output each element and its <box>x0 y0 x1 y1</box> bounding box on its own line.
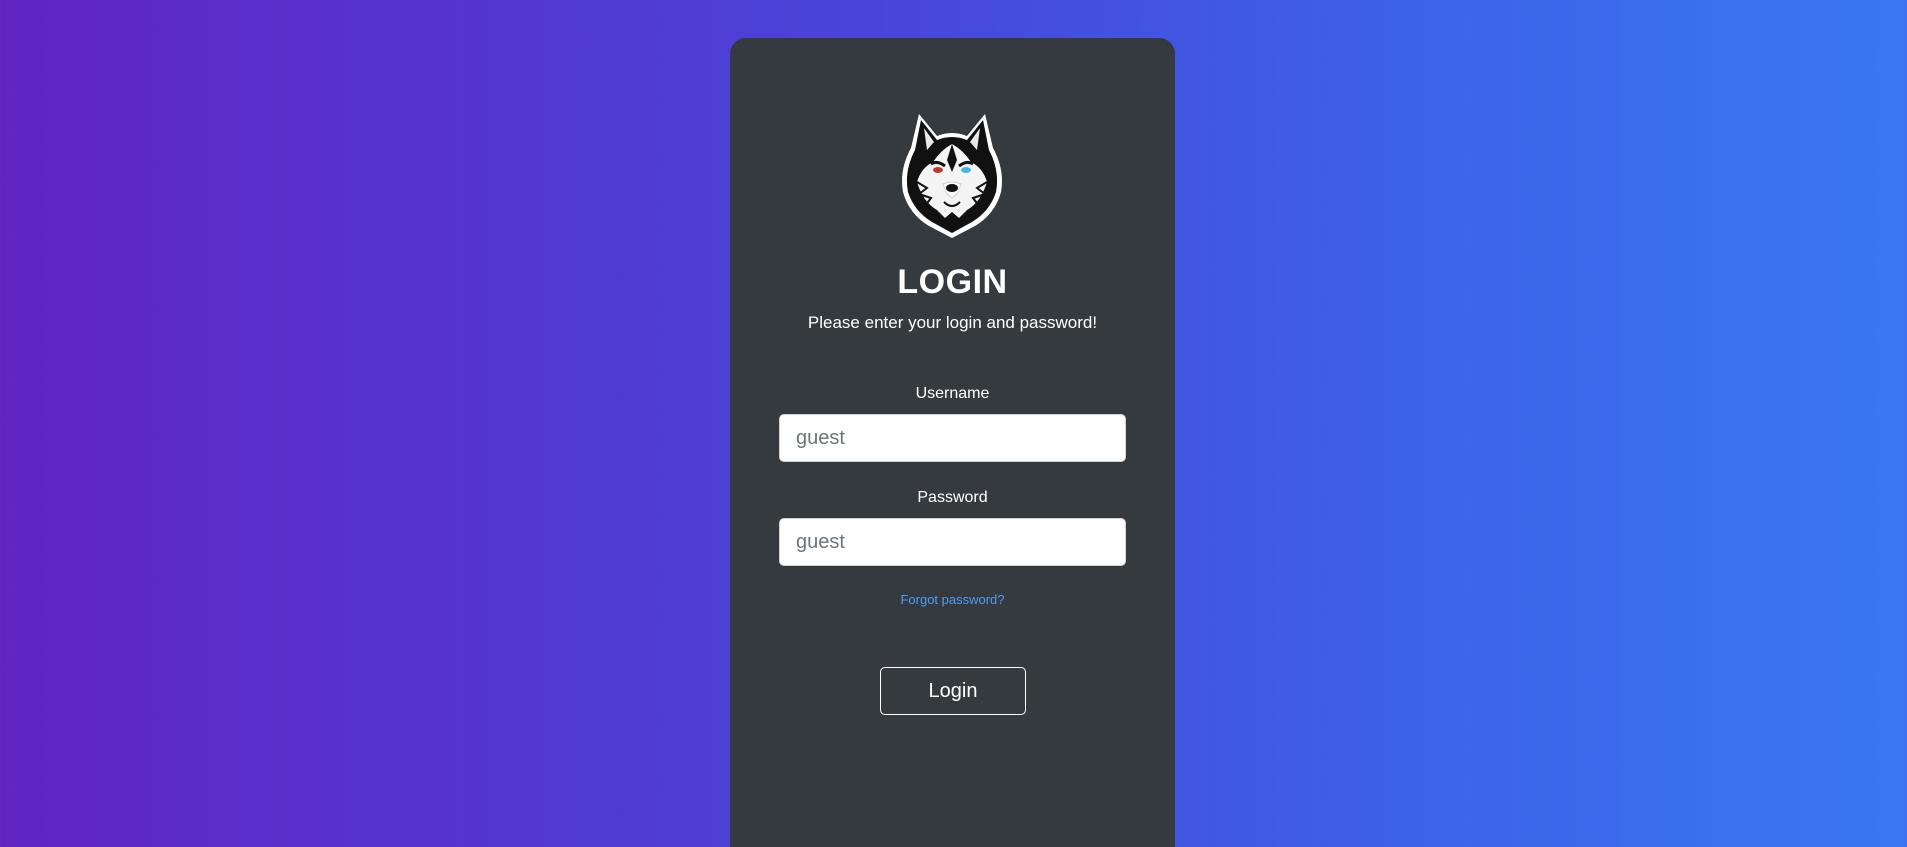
page-subtitle: Please enter your login and password! <box>807 313 1098 332</box>
login-button[interactable]: Login <box>880 667 1026 715</box>
username-input[interactable] <box>779 414 1126 462</box>
forgot-password-link[interactable]: Forgot password? <box>730 592 1175 607</box>
page-title: LOGIN <box>897 263 1008 301</box>
wolf-logo-icon <box>902 114 1002 238</box>
password-input[interactable] <box>779 518 1126 566</box>
username-label: Username <box>915 385 990 402</box>
password-label: Password <box>917 489 988 506</box>
login-card: LOGIN Please enter your login and passwo… <box>730 38 1175 847</box>
